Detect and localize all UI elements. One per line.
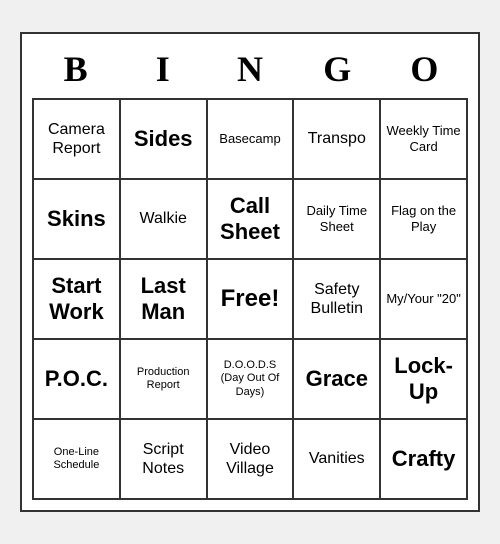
bingo-cell: Grace (294, 340, 381, 420)
bingo-cell: Script Notes (121, 420, 208, 500)
bingo-cell-text: My/Your "20" (386, 291, 461, 307)
bingo-cell: Walkie (121, 180, 208, 260)
header-letter: G (294, 44, 381, 94)
bingo-cell: One-Line Schedule (34, 420, 121, 500)
bingo-cell-text: Safety Bulletin (298, 280, 375, 318)
bingo-cell-text: Transpo (308, 129, 366, 148)
bingo-card: BINGO Camera Report Sides Basecamp Transpo W… (20, 32, 480, 512)
bingo-cell: Flag on the Play (381, 180, 468, 260)
bingo-cell-text: Start Work (38, 273, 115, 326)
bingo-cell: Video Village (208, 420, 295, 500)
bingo-cell-text: Production Report (125, 366, 202, 392)
bingo-cell-text: Skins (47, 206, 106, 232)
bingo-cell: Transpo (294, 100, 381, 180)
bingo-cell: Skins (34, 180, 121, 260)
header-letter: N (206, 44, 293, 94)
bingo-cell: Start Work (34, 260, 121, 340)
bingo-cell-text: Last Man (125, 273, 202, 326)
bingo-cell-text: P.O.C. (45, 366, 108, 392)
bingo-cell-text: Basecamp (219, 131, 280, 147)
bingo-cell: P.O.C. (34, 340, 121, 420)
bingo-cell-text: Camera Report (38, 120, 115, 158)
header-letter: O (381, 44, 468, 94)
bingo-cell-text: Free! (221, 285, 280, 314)
bingo-cell: Crafty (381, 420, 468, 500)
bingo-cell-text: Daily Time Sheet (298, 203, 375, 234)
bingo-cell: D.O.O.D.S (Day Out Of Days) (208, 340, 295, 420)
bingo-cell-text: Script Notes (125, 440, 202, 478)
bingo-cell: Production Report (121, 340, 208, 420)
bingo-cell-text: Weekly Time Card (385, 123, 462, 154)
bingo-cell-text: Sides (134, 126, 193, 152)
bingo-cell-text: Video Village (212, 440, 289, 478)
bingo-cell: Camera Report (34, 100, 121, 180)
bingo-cell: Safety Bulletin (294, 260, 381, 340)
bingo-cell: Last Man (121, 260, 208, 340)
bingo-cell-text: One-Line Schedule (38, 446, 115, 472)
bingo-cell: Call Sheet (208, 180, 295, 260)
bingo-cell-text: Call Sheet (212, 193, 289, 246)
bingo-cell-text: Crafty (392, 446, 456, 472)
bingo-header: BINGO (32, 44, 468, 94)
header-letter: B (32, 44, 119, 94)
bingo-cell: My/Your "20" (381, 260, 468, 340)
bingo-cell-text: Vanities (309, 449, 365, 468)
bingo-cell: Basecamp (208, 100, 295, 180)
bingo-cell-text: Flag on the Play (385, 203, 462, 234)
header-letter: I (119, 44, 206, 94)
bingo-cell: Daily Time Sheet (294, 180, 381, 260)
bingo-cell-text: Grace (306, 366, 368, 392)
bingo-cell: Lock-Up (381, 340, 468, 420)
bingo-cell: Weekly Time Card (381, 100, 468, 180)
bingo-cell-text: Lock-Up (385, 353, 462, 406)
bingo-cell: Vanities (294, 420, 381, 500)
bingo-cell: Sides (121, 100, 208, 180)
bingo-cell-text: D.O.O.D.S (Day Out Of Days) (212, 359, 289, 399)
bingo-cell-text: Walkie (139, 209, 186, 228)
bingo-grid: Camera Report Sides Basecamp Transpo Weekly … (32, 98, 468, 500)
bingo-cell: Free! (208, 260, 295, 340)
